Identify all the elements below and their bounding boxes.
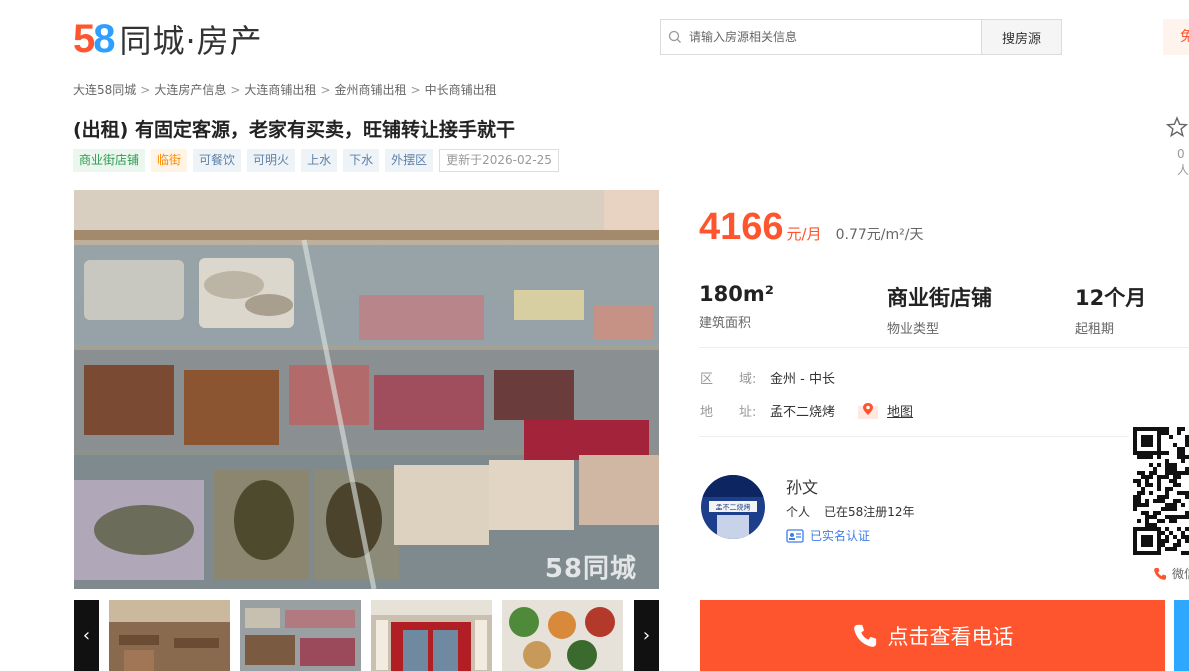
listing-title: (出租) 有固定客源，老家有买卖，旺铺转让接手就干 [73, 119, 515, 141]
logo-digit-5: 5 [73, 17, 96, 61]
address-value: 孟不二烧烤 [770, 405, 836, 420]
address-label: 地 址: [700, 405, 757, 420]
site-logo[interactable]: 5 8 同城·房产 [73, 18, 263, 60]
area-label: 区 域: [700, 372, 757, 387]
food-display-photo [240, 600, 361, 671]
fact-label: 起租期 [1075, 322, 1115, 337]
phone-icon [853, 624, 876, 647]
fact-value: 商业街店铺 [887, 286, 992, 310]
search-bar: 搜房源 [660, 19, 1062, 55]
breadcrumb-link[interactable]: 大连房产信息 [154, 83, 226, 97]
dishes-photo [502, 600, 623, 671]
feature-tags: 商业街店铺 临街 可餐饮 可明火 上水 下水 外摆区 更新于2026-02-25 [73, 149, 559, 172]
breadcrumb-separator: > [140, 83, 151, 97]
breadcrumb-separator: > [410, 83, 421, 97]
search-icon [661, 20, 689, 54]
qr-code-icon [1133, 427, 1189, 558]
price-block: 4166 元/月 0.77元/m²/天 [699, 206, 923, 249]
agent-name: 孙文 [786, 478, 819, 497]
breadcrumb-link[interactable]: 中长商铺出租 [425, 83, 497, 97]
verified-text: 已实名认证 [810, 529, 871, 543]
avatar-sign-text: 孟不二烧烤 [716, 503, 751, 512]
fact-value: 12个月 [1075, 286, 1147, 310]
update-date: 更新于2026-02-25 [439, 149, 559, 172]
map-link[interactable]: 地图 [857, 401, 913, 420]
agent-type: 个人 [786, 505, 811, 519]
breadcrumb-link[interactable]: 大连58同城 [73, 83, 136, 97]
fact-label: 建筑面积 [699, 316, 752, 331]
agent-meta: 个人 已在58注册12年 [786, 503, 915, 520]
wechat-row[interactable]: 微信 [1153, 565, 1189, 582]
favorite-count: 0人 [1177, 147, 1189, 177]
storefront-photo [371, 600, 492, 671]
verified-badge: 已实名认证 [786, 527, 870, 544]
fact-value: 180m² [699, 282, 774, 306]
tag: 可明火 [247, 149, 296, 172]
fact-label: 物业类型 [887, 322, 940, 337]
main-photo[interactable]: 58同城 [74, 190, 659, 589]
listing-page: 5 8 同城·房产 搜房源 免 大连58同城>大连房产信息>大连商铺出租>金州商… [0, 0, 1189, 671]
fact-area: 180m² 建筑面积 [699, 282, 774, 331]
wechat-label: 微信 [1172, 567, 1189, 581]
restaurant-interior-photo [109, 600, 230, 671]
thumbnail-strip: ‹ › [74, 600, 659, 671]
tag: 商业街店铺 [73, 149, 146, 172]
breadcrumb-link[interactable]: 大连商铺出租 [244, 83, 316, 97]
map-pin-icon [858, 402, 879, 419]
agent-registered: 已在58注册12年 [824, 505, 915, 519]
view-phone-label: 点击查看电话 [887, 624, 1014, 649]
area-row: 区 域: 金州 - 中长 [700, 368, 835, 387]
thumbnail[interactable] [109, 600, 230, 671]
thumbnail[interactable] [502, 600, 623, 671]
qr-code [1133, 427, 1189, 558]
price-unit: 元/月 [786, 225, 822, 243]
breadcrumb-separator: > [320, 83, 331, 97]
address-row: 地 址: 孟不二烧烤 地图 [700, 401, 913, 420]
avatar[interactable]: 孟不二烧烤 [701, 475, 765, 539]
thumbnail[interactable] [240, 600, 361, 671]
breadcrumb: 大连58同城 > 大连房产信息 > 大连商铺出租 > 金州商铺出租 > 中长商铺出租 [73, 81, 497, 98]
prev-photo-button[interactable]: ‹ [74, 600, 99, 671]
thumbnail[interactable] [371, 600, 492, 671]
id-card-icon [786, 528, 804, 543]
breadcrumb-separator: > [230, 83, 241, 97]
phone-icon [1154, 567, 1166, 580]
breadcrumb-link[interactable]: 金州商铺出租 [335, 83, 407, 97]
free-post-button[interactable]: 免 [1163, 19, 1189, 55]
tag: 上水 [301, 149, 338, 172]
logo-text: 同城·房产 [119, 22, 263, 60]
watermark-text: 58同城 [544, 554, 637, 584]
price-amount: 4166 [699, 206, 784, 248]
tag: 外摆区 [385, 149, 434, 172]
fact-lease: 12个月 起租期 [1075, 282, 1146, 337]
fact-type: 商业街店铺 物业类型 [887, 282, 992, 337]
view-phone-button[interactable]: 点击查看电话 [700, 600, 1165, 671]
tag: 临街 [151, 149, 188, 172]
tag: 下水 [343, 149, 380, 172]
price-per-area: 0.77元/m²/天 [835, 227, 924, 243]
map-link-text[interactable]: 地图 [887, 401, 913, 420]
key-facts: 180m² 建筑面积 商业街店铺 物业类型 12个月 起租期 [699, 282, 1189, 348]
star-icon[interactable] [1165, 116, 1189, 142]
tag: 可餐饮 [193, 149, 242, 172]
secondary-contact-button[interactable] [1174, 600, 1189, 671]
next-photo-button[interactable]: › [634, 600, 659, 671]
search-input[interactable] [689, 20, 981, 54]
divider [699, 436, 1129, 437]
logo-digit-8: 8 [93, 17, 116, 61]
area-value: 金州 - 中长 [770, 372, 835, 387]
search-button[interactable]: 搜房源 [981, 20, 1061, 54]
